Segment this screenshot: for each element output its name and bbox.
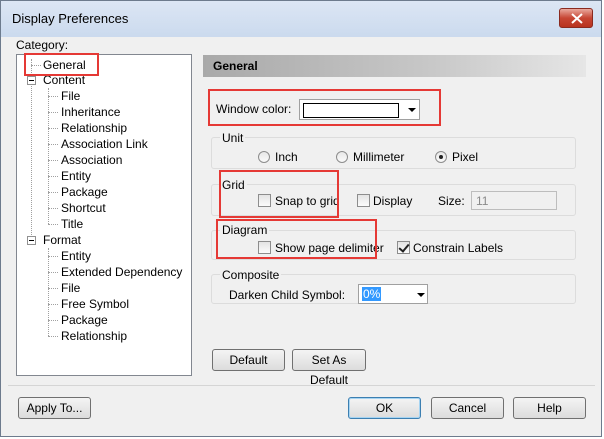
tree-connector — [48, 88, 49, 224]
darken-child-symbol-label: Darken Child Symbol: — [229, 288, 346, 302]
highlight-window-color — [208, 89, 441, 126]
tree-connector — [48, 96, 58, 97]
radio-inch[interactable] — [258, 151, 270, 163]
tree-item-free-symbol[interactable]: Free Symbol — [61, 296, 129, 312]
constrain-labels-checkbox[interactable] — [397, 241, 410, 254]
tree-item-label: Relationship — [61, 121, 128, 135]
tree-connector — [48, 192, 58, 193]
tree-item-extended-dependency[interactable]: Extended Dependency — [61, 264, 182, 280]
tree-item-format-relationship[interactable]: Relationship — [61, 328, 127, 344]
display-grid-label: Display — [373, 194, 413, 208]
tree-item-label: Entity — [61, 169, 92, 183]
tree-item-label: Format — [43, 233, 82, 247]
footer-divider — [8, 385, 595, 386]
collapse-icon[interactable] — [27, 76, 36, 85]
apply-to-button[interactable]: Apply To... — [18, 397, 91, 419]
tree-item-label: Title — [61, 217, 84, 231]
tree-item-entity[interactable]: Entity — [61, 168, 91, 184]
radio-pixel[interactable] — [435, 151, 447, 163]
tree-item-format-entity[interactable]: Entity — [61, 248, 91, 264]
grid-size-value: 11 — [476, 194, 489, 208]
grid-size-input[interactable]: 11 — [471, 191, 557, 210]
tree-item-label: Inheritance — [61, 105, 121, 119]
tree-item-label: Association — [61, 153, 123, 167]
tree-connector — [48, 160, 58, 161]
tree-connector — [48, 112, 58, 113]
default-button[interactable]: Default — [212, 349, 285, 371]
tree-item-label: Free Symbol — [61, 297, 130, 311]
tree-item-inheritance[interactable]: Inheritance — [61, 104, 120, 120]
chevron-down-icon — [417, 293, 425, 297]
close-button[interactable] — [559, 8, 593, 28]
tree-connector — [48, 208, 58, 209]
tree-item-label: File — [61, 281, 81, 295]
cancel-button[interactable]: Cancel — [431, 397, 504, 419]
tree-item-title[interactable]: Title — [61, 216, 83, 232]
tree-item-label: File — [61, 89, 81, 103]
title-bar[interactable]: Display Preferences — [1, 1, 601, 37]
tree-item-relationship[interactable]: Relationship — [61, 120, 127, 136]
tree-item-label: Shortcut — [61, 201, 106, 215]
tree-connector — [48, 224, 58, 225]
tree-connector — [48, 272, 58, 273]
highlight-general — [24, 53, 99, 76]
category-label: Category: — [16, 38, 69, 52]
tree-item-format-package[interactable]: Package — [61, 312, 108, 328]
radio-millimeter[interactable] — [336, 151, 348, 163]
tree-connector — [48, 248, 49, 336]
tree-item-label: Extended Dependency — [61, 265, 183, 279]
help-button[interactable]: Help — [513, 397, 586, 419]
tree-item-shortcut[interactable]: Shortcut — [61, 200, 106, 216]
tree-connector — [48, 176, 58, 177]
tree-connector — [48, 256, 58, 257]
tree-item-label: Relationship — [61, 329, 128, 343]
tree-item-label: Association Link — [61, 137, 148, 151]
tree-connector — [48, 336, 58, 337]
tree-connector — [48, 320, 58, 321]
composite-group-title: Composite — [220, 268, 282, 282]
highlight-diagram — [216, 219, 377, 259]
tree-item-label: Package — [61, 313, 108, 327]
window-title: Display Preferences — [12, 11, 129, 26]
radio-pixel-label: Pixel — [452, 150, 479, 164]
darken-child-symbol-dropdown[interactable]: 0% — [358, 284, 428, 304]
tree-item-label: Package — [61, 185, 108, 199]
tree-connector — [48, 128, 58, 129]
category-tree[interactable]: General Content File Inheritance Relatio… — [16, 54, 192, 376]
tree-item-label: Entity — [61, 249, 92, 263]
darken-value: 0% — [362, 287, 382, 301]
panel-title: General — [213, 59, 258, 73]
close-icon — [571, 13, 583, 24]
radio-inch-label: Inch — [275, 150, 298, 164]
panel-header: General — [203, 55, 586, 77]
tree-item-association[interactable]: Association — [61, 152, 122, 168]
tree-item-format[interactable]: Format — [43, 232, 81, 248]
display-grid-checkbox[interactable] — [357, 194, 370, 207]
tree-item-format-file[interactable]: File — [61, 280, 80, 296]
highlight-grid — [219, 170, 339, 218]
tree-connector — [31, 59, 32, 241]
ok-button[interactable]: OK — [348, 397, 421, 419]
tree-item-file[interactable]: File — [61, 88, 80, 104]
tree-connector — [48, 304, 58, 305]
tree-item-package[interactable]: Package — [61, 184, 108, 200]
tree-connector — [48, 288, 58, 289]
tree-connector — [48, 144, 58, 145]
set-as-default-button[interactable]: Set As Default — [292, 349, 366, 387]
grid-size-label: Size: — [438, 194, 465, 208]
tree-item-association-link[interactable]: Association Link — [61, 136, 148, 152]
constrain-labels-label: Constrain Labels — [413, 241, 504, 255]
radio-millimeter-label: Millimeter — [353, 150, 405, 164]
unit-group-title: Unit — [220, 131, 246, 145]
collapse-icon[interactable] — [27, 236, 36, 245]
